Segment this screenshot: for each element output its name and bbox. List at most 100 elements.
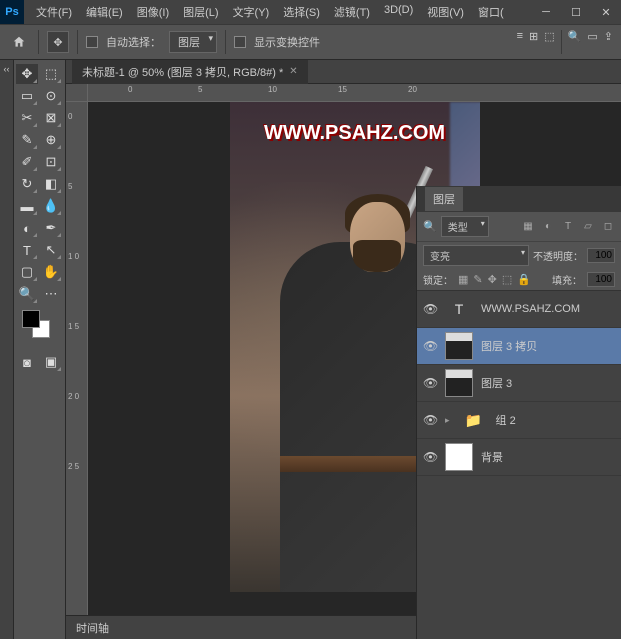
layer-thumbnail[interactable] [445,369,473,397]
foreground-color[interactable] [22,310,40,328]
eraser-tool[interactable]: ◧ [40,174,62,194]
gradient-tool[interactable]: ▬ [16,196,38,216]
visibility-icon[interactable]: 👁 [423,302,437,316]
auto-select-checkbox[interactable] [86,36,98,48]
path-tool[interactable]: ↖ [40,240,62,260]
layer-name[interactable]: 背景 [481,449,503,465]
blur-tool[interactable]: 💧 [40,196,62,216]
pen-tool[interactable]: ✒ [40,218,62,238]
dodge-tool[interactable]: ◐ [16,218,38,238]
visibility-icon[interactable]: 👁 [423,339,437,353]
lock-pixels-icon[interactable]: ▦ [458,273,468,286]
document-title: 未标题-1 @ 50% (图层 3 拷贝, RGB/8#) * [82,64,283,80]
move-tool[interactable]: ✥ [16,64,38,84]
layers-tab[interactable]: 图层 [425,187,463,211]
toolbar: ✥⬚ ▭⊙ ✂⊠ ✎⊕ ✐⊡ ↻◧ ▬💧 ◐✒ T↖ ▢✋ 🔍⋯ ◙▣ [14,60,66,639]
horizontal-ruler[interactable]: 05101520 [88,84,621,102]
fill-input[interactable] [587,272,615,287]
layer-name[interactable]: WWW.PSAHZ.COM [481,303,580,315]
workspace-icon[interactable]: ▭ [587,30,597,54]
text-layer-icon: T [445,295,473,323]
filter-smart-icon[interactable]: ◻ [601,221,615,232]
screenmode-tool[interactable]: ▣ [40,352,62,372]
frame-tool[interactable]: ⊠ [40,108,62,128]
healing-tool[interactable]: ⊕ [40,130,62,150]
filter-pixel-icon[interactable]: ▦ [521,221,535,232]
stamp-tool[interactable]: ⊡ [40,152,62,172]
menu-view[interactable]: 视图(V) [421,1,470,23]
expand-icon[interactable]: ▸ [445,415,450,426]
menu-window[interactable]: 窗口( [472,1,510,23]
layer-item[interactable]: 👁 图层 3 拷贝 [417,328,621,365]
app-logo: Ps [0,0,24,24]
layer-thumbnail[interactable] [445,332,473,360]
menu-file[interactable]: 文件(F) [30,1,78,23]
marquee-tool[interactable]: ▭ [16,86,38,106]
toolbar-collapse[interactable]: ‹‹ [0,60,14,639]
brush-tool[interactable]: ✐ [16,152,38,172]
layer-name[interactable]: 组 2 [496,412,516,428]
visibility-icon[interactable]: 👁 [423,376,437,390]
3d-mode-icon[interactable]: ⬚ [544,30,554,54]
opacity-input[interactable] [587,248,615,263]
document-tab[interactable]: 未标题-1 @ 50% (图层 3 拷贝, RGB/8#) * ✕ [72,60,308,84]
lock-move-icon[interactable]: ✥ [488,273,497,286]
lasso-tool[interactable]: ⊙ [40,86,62,106]
layer-name[interactable]: 图层 3 拷贝 [481,338,537,354]
menu-type[interactable]: 文字(Y) [227,1,276,23]
color-swatches[interactable] [16,310,63,344]
layer-item[interactable]: 👁 图层 3 [417,365,621,402]
filter-type-icon[interactable]: T [561,221,575,232]
show-transform-label: 显示变换控件 [254,34,320,50]
crop-tool[interactable]: ✂ [16,108,38,128]
move-tool-icon[interactable]: ✥ [47,31,69,53]
layer-item[interactable]: 👁 ▸ 📁 组 2 [417,402,621,439]
menu-layer[interactable]: 图层(L) [177,1,224,23]
close-tab-icon[interactable]: ✕ [289,66,297,77]
close-button[interactable]: ✕ [591,0,621,24]
home-icon[interactable] [8,31,30,53]
layer-thumbnail[interactable] [445,443,473,471]
layer-item[interactable]: 👁 背景 [417,439,621,476]
ruler-origin[interactable] [66,84,88,102]
lock-artboard-icon[interactable]: ⬚ [502,273,512,286]
minimize-button[interactable]: ─ [531,0,561,24]
menu-select[interactable]: 选择(S) [277,1,326,23]
filter-adjust-icon[interactable]: ◐ [541,221,555,232]
auto-select-dropdown[interactable]: 图层 [169,31,217,53]
options-bar: ✥ 自动选择： 图层 显示变换控件 ≡ ⊞ ⬚ 🔍 ▭ ⇪ [0,24,621,60]
type-tool[interactable]: T [16,240,38,260]
distribute-icon[interactable]: ⊞ [529,30,538,54]
artboard-tool[interactable]: ⬚ [40,64,62,84]
layer-item[interactable]: 👁 T WWW.PSAHZ.COM [417,291,621,328]
align-icon[interactable]: ≡ [517,30,523,54]
menu-3d[interactable]: 3D(D) [378,1,419,23]
hand-tool[interactable]: ✋ [40,262,62,282]
main-menu: 文件(F) 编辑(E) 图像(I) 图层(L) 文字(Y) 选择(S) 滤镜(T… [24,1,531,23]
history-brush-tool[interactable]: ↻ [16,174,38,194]
share-icon[interactable]: ⇪ [604,30,613,54]
show-transform-checkbox[interactable] [234,36,246,48]
filter-shape-icon[interactable]: ▱ [581,221,595,232]
lock-position-icon[interactable]: ✎ [473,273,482,286]
lock-all-icon[interactable]: 🔒 [517,273,531,286]
layer-filter-dropdown[interactable]: 类型 [441,216,489,237]
quickmask-tool[interactable]: ◙ [16,352,38,372]
timeline-panel-tab[interactable]: 时间轴 [66,615,416,639]
search-icon[interactable]: 🔍 [568,30,582,54]
visibility-icon[interactable]: 👁 [423,413,437,427]
zoom-tool[interactable]: 🔍 [16,284,38,304]
shape-tool[interactable]: ▢ [16,262,38,282]
edit-toolbar[interactable]: ⋯ [40,284,62,304]
menu-edit[interactable]: 编辑(E) [80,1,129,23]
maximize-button[interactable]: ☐ [561,0,591,24]
window-controls: ─ ☐ ✕ [531,0,621,24]
vertical-ruler[interactable]: 051 01 52 02 5 [66,102,88,617]
layer-name[interactable]: 图层 3 [481,375,512,391]
blend-mode-dropdown[interactable]: 变亮 [423,245,529,266]
visibility-icon[interactable]: 👁 [423,450,437,464]
document-tabs: 未标题-1 @ 50% (图层 3 拷贝, RGB/8#) * ✕ [66,60,621,84]
eyedropper-tool[interactable]: ✎ [16,130,38,150]
menu-image[interactable]: 图像(I) [131,1,175,23]
menu-filter[interactable]: 滤镜(T) [328,1,376,23]
